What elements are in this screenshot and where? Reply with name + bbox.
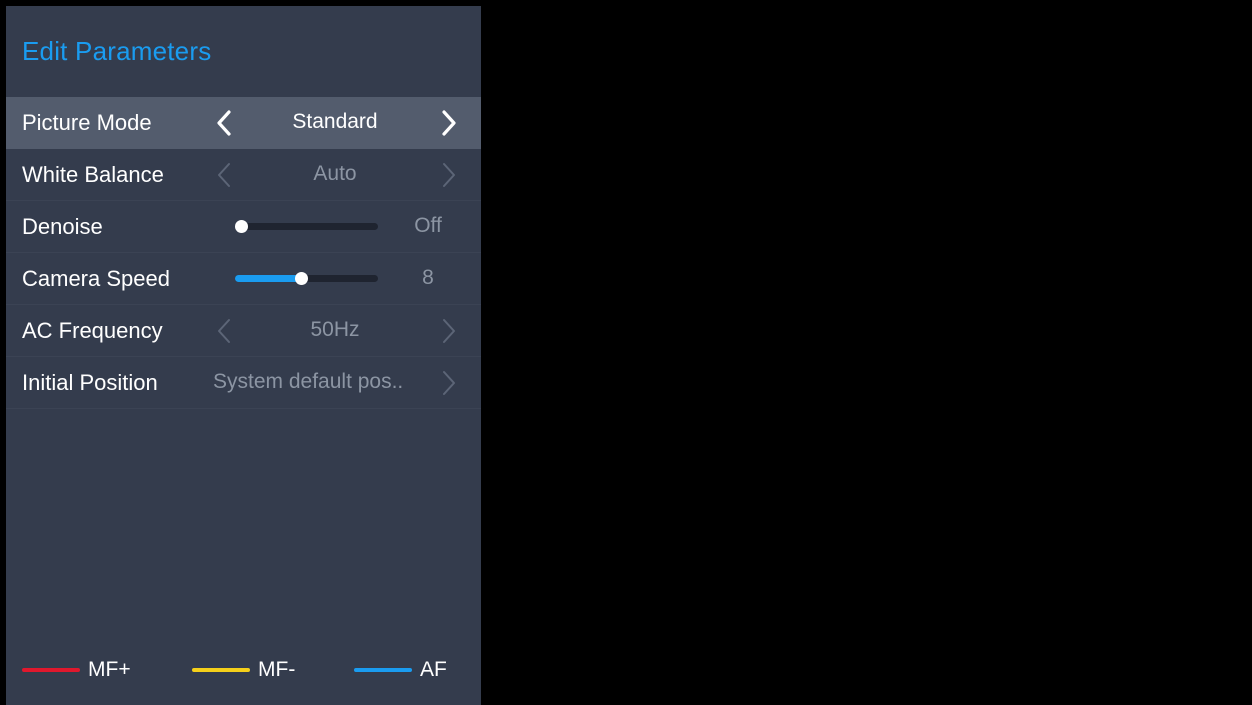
blue-line-icon <box>354 668 412 672</box>
screen: Edit Parameters Picture Mode Standard Wh… <box>0 0 1252 705</box>
chevron-left-icon[interactable] <box>211 109 237 137</box>
picture-mode-value: Standard <box>292 110 378 133</box>
camera-speed-value: 8 <box>422 266 434 289</box>
camera-speed-row[interactable]: Camera Speed 8 <box>6 253 481 305</box>
denoise-label: Denoise <box>22 214 103 239</box>
white-balance-value: Auto <box>313 162 357 185</box>
picture-mode-label: Picture Mode <box>22 110 152 135</box>
chevron-left-icon[interactable] <box>211 317 237 345</box>
camera-speed-slider-thumb[interactable] <box>295 272 308 285</box>
chevron-right-icon[interactable] <box>436 161 462 189</box>
chevron-right-icon[interactable] <box>436 109 462 137</box>
chevron-right-icon[interactable] <box>436 369 462 397</box>
yellow-line-icon <box>192 668 250 672</box>
edit-parameters-panel: Edit Parameters Picture Mode Standard Wh… <box>6 6 481 705</box>
camera-speed-label: Camera Speed <box>22 266 170 291</box>
camera-preview-area <box>481 0 1252 705</box>
denoise-value: Off <box>414 214 442 237</box>
denoise-row[interactable]: Denoise Off <box>6 201 481 253</box>
initial-position-label: Initial Position <box>22 370 158 395</box>
red-line-icon <box>22 668 80 672</box>
camera-speed-slider[interactable] <box>235 272 378 285</box>
white-balance-label: White Balance <box>22 162 164 187</box>
panel-title: Edit Parameters <box>22 36 212 66</box>
chevron-right-icon[interactable] <box>436 317 462 345</box>
camera-speed-slider-fill <box>235 275 301 282</box>
initial-position-value: System default pos.. <box>213 370 404 393</box>
legend-mf-plus-label: MF+ <box>88 658 131 681</box>
denoise-slider-thumb[interactable] <box>235 220 248 233</box>
white-balance-row[interactable]: White Balance Auto <box>6 149 481 201</box>
focus-key-legend: MF+ MF- AF <box>6 656 481 686</box>
ac-frequency-label: AC Frequency <box>22 318 163 343</box>
parameter-list: Picture Mode Standard White Balance Auto <box>6 97 481 409</box>
ac-frequency-value: 50Hz <box>310 318 360 341</box>
picture-mode-row[interactable]: Picture Mode Standard <box>6 97 481 149</box>
legend-af-label: AF <box>420 658 447 681</box>
initial-position-row[interactable]: Initial Position System default pos.. <box>6 357 481 409</box>
denoise-slider[interactable] <box>235 220 378 233</box>
chevron-left-icon[interactable] <box>211 161 237 189</box>
ac-frequency-row[interactable]: AC Frequency 50Hz <box>6 305 481 357</box>
legend-mf-minus-label: MF- <box>258 658 296 681</box>
